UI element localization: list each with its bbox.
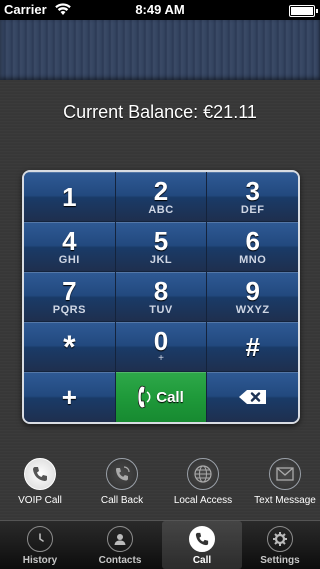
- call-button[interactable]: Call: [115, 372, 208, 422]
- status-bar: Carrier 8:49 AM: [0, 0, 320, 20]
- key-digit: 4: [62, 226, 77, 256]
- globe-icon: [187, 458, 219, 490]
- key-digit: 3: [245, 176, 260, 206]
- key-1[interactable]: 1: [24, 172, 116, 222]
- local-access-option[interactable]: Local Access: [163, 458, 243, 506]
- handset-icon: [138, 385, 151, 409]
- callback-icon: [106, 458, 138, 490]
- key-4[interactable]: 4 GHI: [24, 222, 116, 272]
- key-letters: DEF: [240, 204, 265, 216]
- envelope-icon: [269, 458, 301, 490]
- key-3[interactable]: 3 DEF: [207, 172, 298, 222]
- key-6[interactable]: 6 MNO: [207, 222, 298, 272]
- action-label: Call Back: [100, 495, 144, 506]
- key-digit: 7: [62, 276, 77, 306]
- key-letters: +: [158, 353, 164, 364]
- tab-label: Settings: [260, 555, 300, 566]
- call-label: Call: [156, 388, 184, 406]
- key-5[interactable]: 5 JKL: [115, 222, 208, 272]
- tab-call[interactable]: Call: [162, 521, 242, 569]
- tab-bar: History Contacts Call Settings: [0, 520, 320, 569]
- text-message-option[interactable]: Text Message: [245, 458, 320, 506]
- key-letters: GHI: [58, 254, 80, 266]
- backspace-content: [207, 372, 298, 422]
- tab-label: Call: [192, 555, 212, 566]
- tab-history[interactable]: History: [0, 521, 80, 569]
- key-9[interactable]: 9 WXYZ: [207, 272, 298, 322]
- key-letters: JKL: [149, 254, 173, 266]
- action-label: Local Access: [173, 495, 233, 506]
- key-digit: 1: [62, 182, 77, 212]
- key-8[interactable]: 8 TUV: [115, 272, 208, 322]
- call-options: VOIP Call Call Back Local Access Text Me…: [0, 458, 320, 514]
- tab-settings[interactable]: Settings: [240, 521, 320, 569]
- keypad-row: + Call: [24, 372, 298, 422]
- contacts-icon: [107, 526, 133, 552]
- dial-keypad: 1 2 ABC 3 DEF 4 GHI 5 JKL 6 MNO 7 PQRS 8: [22, 170, 300, 424]
- key-digit: 8: [153, 276, 169, 306]
- key-letters: TUV: [149, 304, 173, 316]
- key-digit: 9: [245, 276, 260, 306]
- key-letters: WXYZ: [235, 304, 270, 316]
- key-star[interactable]: *: [24, 322, 116, 372]
- voip-call-option[interactable]: VOIP Call: [0, 458, 80, 506]
- header-banner: [0, 20, 320, 80]
- keypad-row: 4 GHI 5 JKL 6 MNO: [24, 222, 298, 272]
- action-label: Text Message: [254, 495, 316, 506]
- action-label: VOIP Call: [18, 495, 62, 506]
- phone-icon: [24, 458, 56, 490]
- key-digit: 5: [153, 226, 169, 256]
- key-hash[interactable]: #: [207, 322, 298, 372]
- clock-icon: [27, 526, 53, 552]
- key-2[interactable]: 2 ABC: [115, 172, 208, 222]
- current-balance: Current Balance: €21.11: [63, 102, 257, 122]
- key-7[interactable]: 7 PQRS: [24, 272, 116, 322]
- phone-icon: [189, 526, 215, 552]
- call-back-option[interactable]: Call Back: [82, 458, 162, 506]
- key-digit: 6: [245, 226, 260, 256]
- clock-time: 8:49 AM: [135, 2, 185, 17]
- battery-icon: [289, 5, 318, 17]
- keypad-row: * 0 + #: [24, 322, 298, 372]
- key-letters: PQRS: [52, 304, 86, 316]
- key-digit: 0: [153, 326, 169, 356]
- plus-label: +: [61, 382, 77, 412]
- backspace-button[interactable]: [207, 372, 298, 422]
- key-digit: *: [63, 329, 76, 365]
- key-0[interactable]: 0 +: [115, 322, 208, 372]
- plus-button[interactable]: +: [24, 372, 116, 422]
- key-letters: MNO: [239, 254, 267, 266]
- gear-icon: [267, 526, 293, 552]
- key-digit: #: [245, 332, 260, 362]
- tab-contacts[interactable]: Contacts: [80, 521, 160, 569]
- tab-label: Contacts: [98, 555, 142, 566]
- keypad-row: 7 PQRS 8 TUV 9 WXYZ: [24, 272, 298, 322]
- backspace-icon: [238, 390, 266, 404]
- key-letters: ABC: [148, 204, 174, 216]
- key-digit: 2: [153, 176, 169, 206]
- keypad-row: 1 2 ABC 3 DEF: [24, 172, 298, 222]
- call-button-content: Call: [116, 372, 207, 422]
- tab-label: History: [22, 555, 58, 566]
